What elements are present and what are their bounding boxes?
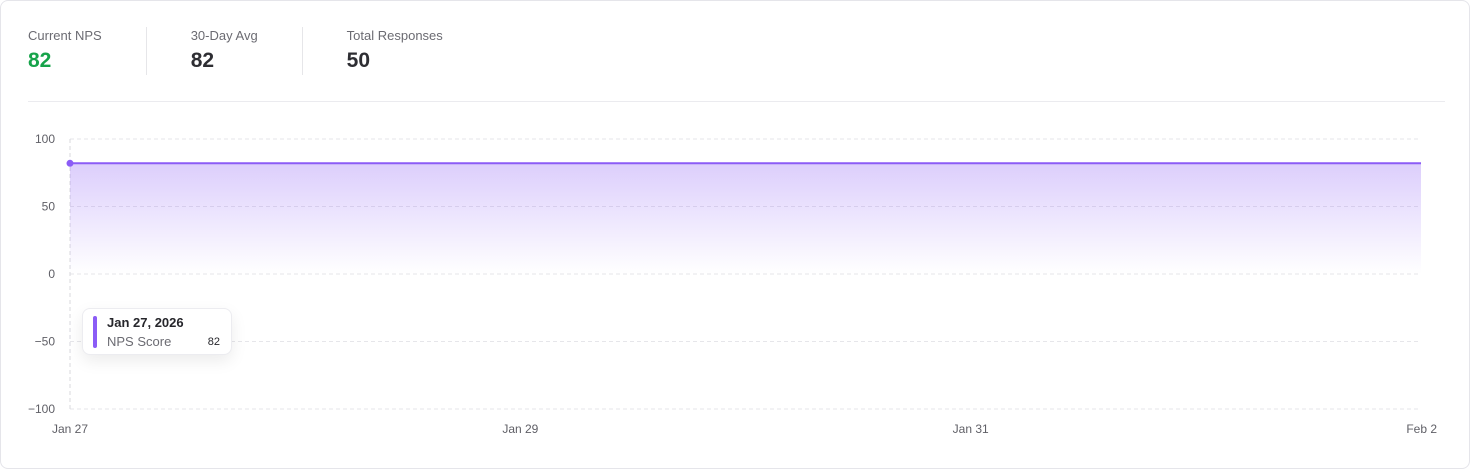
y-tick-label: −100 (28, 402, 55, 416)
x-axis: Jan 27 Jan 29 Jan 31 Feb 2 (52, 422, 1437, 436)
y-axis: 100 50 0 −50 −100 (28, 132, 55, 416)
x-tick-label: Jan 27 (52, 422, 88, 436)
y-tick-label: 0 (48, 267, 55, 281)
y-tick-label: 100 (35, 132, 55, 146)
x-tick-label: Jan 29 (502, 422, 538, 436)
chart-tooltip: Jan 27, 2026 NPS Score 82 (82, 308, 232, 355)
active-data-point (66, 159, 74, 167)
y-tick-label: −50 (35, 335, 56, 349)
tooltip-date: Jan 27, 2026 (107, 315, 184, 330)
series-area (70, 163, 1421, 274)
x-tick-label: Feb 2 (1406, 422, 1437, 436)
series-layer (66, 159, 1421, 274)
nps-chart[interactable]: 100 50 0 −50 −100 Jan 27 Jan 29 Jan 31 Feb 2 (0, 0, 1470, 469)
tooltip-value: 82 (207, 336, 220, 348)
series-color-swatch (93, 316, 97, 348)
y-tick-label: 50 (42, 200, 56, 214)
x-tick-label: Jan 31 (953, 422, 989, 436)
tooltip-series-label: NPS Score (107, 334, 172, 349)
